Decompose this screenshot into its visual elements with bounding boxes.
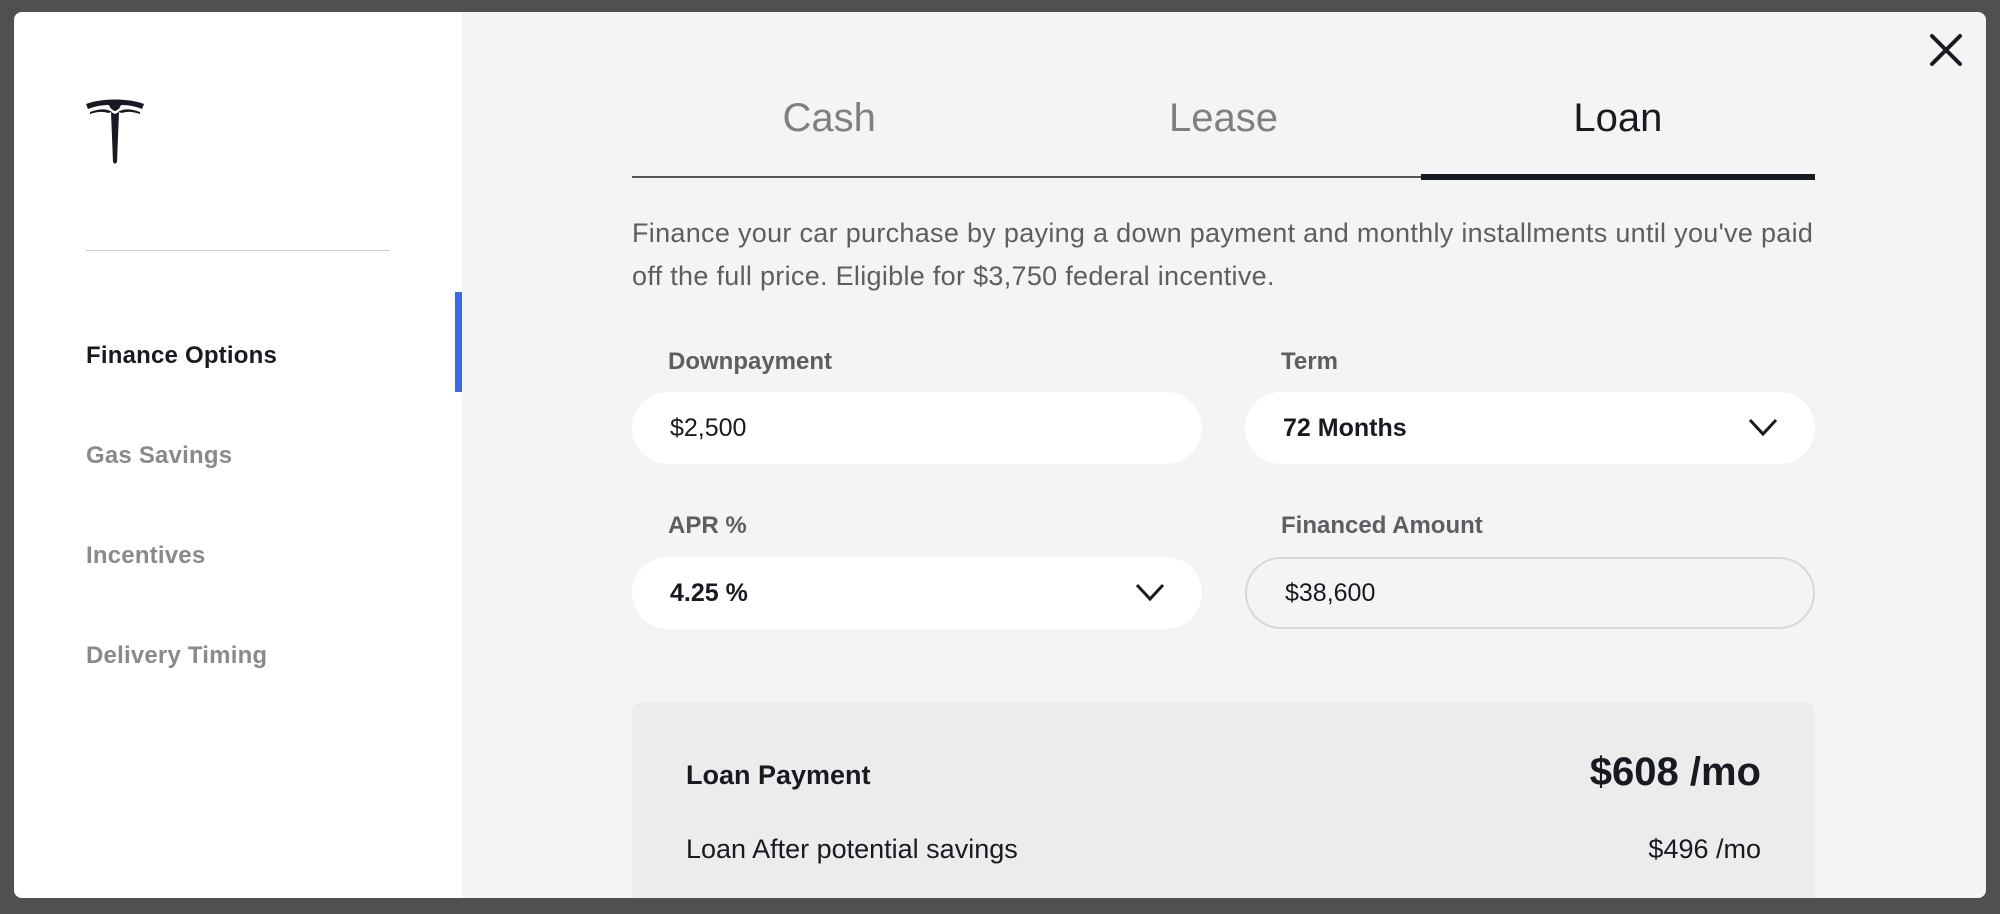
term-label: Term: [1281, 348, 1338, 375]
downpayment-input[interactable]: $2,500: [632, 392, 1202, 464]
sidebar: Finance Options Gas Savings Incentives D…: [14, 12, 462, 898]
apr-label: APR %: [668, 512, 747, 539]
finance-modal: Finance Options Gas Savings Incentives D…: [14, 12, 1986, 898]
sidebar-item-gas-savings[interactable]: Gas Savings: [86, 442, 232, 470]
chevron-down-icon: [1748, 418, 1778, 437]
tab-cash[interactable]: Cash: [632, 82, 1026, 176]
sidebar-item-delivery-timing[interactable]: Delivery Timing: [86, 642, 267, 670]
financed-amount-value: $38,600: [1285, 578, 1376, 607]
main-panel: Cash Lease Loan Finance your car purchas…: [462, 12, 1986, 898]
apr-value: 4.25 %: [670, 578, 748, 607]
loan-description: Finance your car purchase by paying a do…: [632, 218, 1814, 291]
loan-payment-label: Loan Payment: [686, 760, 871, 790]
sidebar-item-finance-options[interactable]: Finance Options: [86, 342, 277, 370]
sidebar-divider: [86, 250, 390, 251]
downpayment-label: Downpayment: [668, 348, 833, 375]
active-nav-indicator: [455, 292, 462, 392]
tesla-logo-icon: [86, 99, 144, 164]
tab-loan[interactable]: Loan: [1420, 82, 1816, 180]
loan-after-savings-label: Loan After potential savings: [686, 834, 1018, 864]
payment-tabs: Cash Lease Loan: [632, 82, 1816, 180]
financed-amount-label: Financed Amount: [1281, 512, 1483, 539]
financed-amount-field: $38,600: [1245, 557, 1815, 629]
loan-after-savings-value: $496 /mo: [1648, 834, 1761, 864]
term-select[interactable]: 72 Months: [1245, 392, 1815, 464]
loan-summary: Loan Payment $608 /mo Loan After potenti…: [632, 702, 1815, 898]
apr-select[interactable]: 4.25 %: [632, 557, 1202, 629]
chevron-down-icon: [1135, 583, 1165, 602]
sidebar-item-incentives[interactable]: Incentives: [86, 542, 205, 570]
tab-lease[interactable]: Lease: [1026, 82, 1420, 176]
close-icon[interactable]: [1926, 30, 1966, 70]
downpayment-value: $2,500: [670, 413, 747, 442]
term-value: 72 Months: [1283, 413, 1407, 442]
loan-payment-value: $608 /mo: [1589, 750, 1761, 794]
